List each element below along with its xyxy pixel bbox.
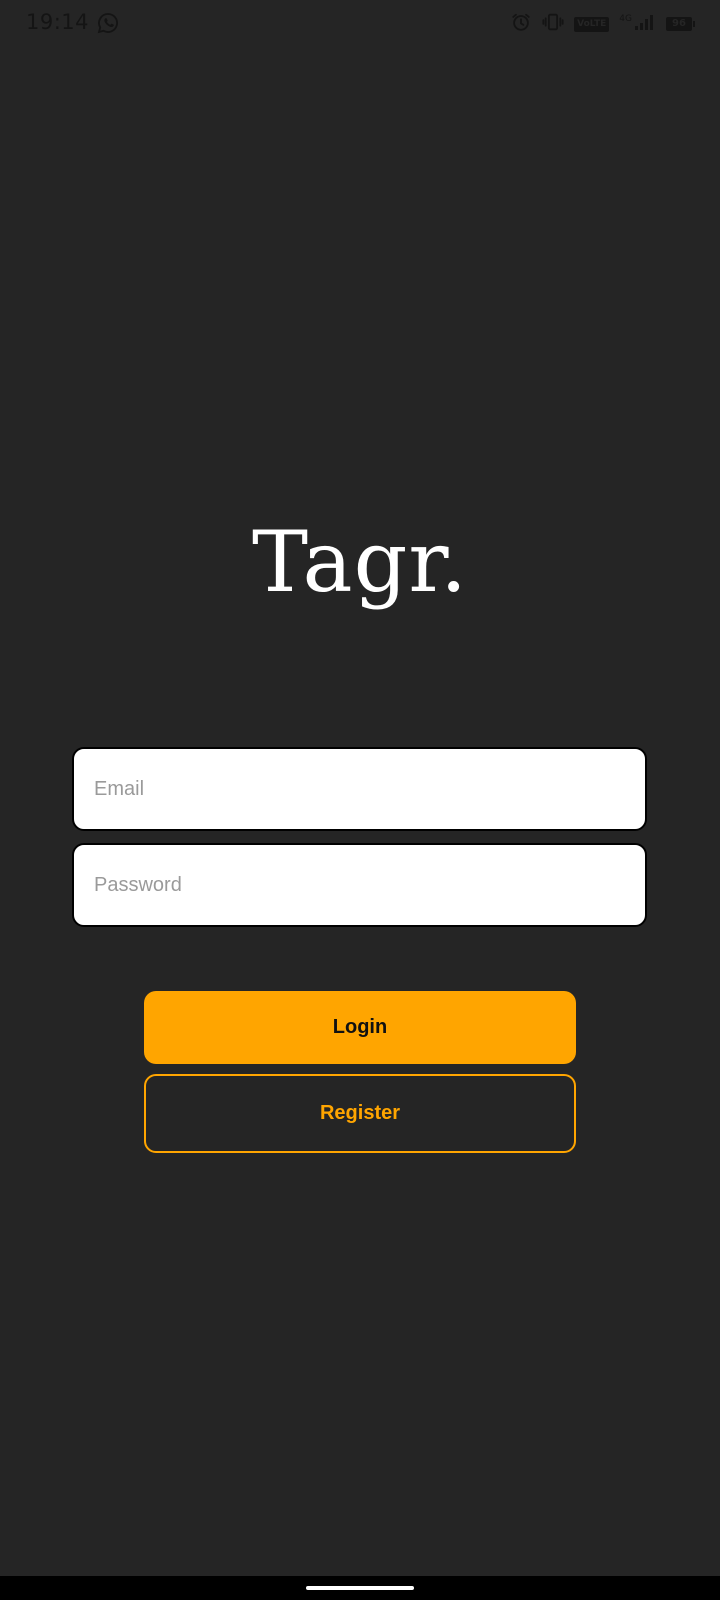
battery-icon: 96: [666, 17, 695, 31]
login-screen: 19:14 VoLTE 4G 96 Tagr. Email Login Regi…: [0, 0, 720, 1600]
signal-icon: [634, 13, 656, 36]
vibrate-icon: [542, 11, 564, 38]
email-field-container: [72, 747, 647, 831]
home-gesture-handle[interactable]: [306, 1586, 414, 1590]
app-logo: Tagr.: [252, 513, 468, 611]
alarm-icon: [510, 11, 532, 38]
register-button[interactable]: Register: [144, 1074, 576, 1153]
navigation-bar: [0, 1576, 720, 1600]
password-field[interactable]: [74, 845, 645, 925]
network-type-label: 4G: [619, 14, 632, 24]
password-field-container: [72, 843, 647, 927]
volte-badge: VoLTE: [574, 16, 610, 32]
email-field[interactable]: [74, 749, 645, 829]
login-button[interactable]: Login: [144, 991, 576, 1064]
status-icons: VoLTE 4G 96: [510, 11, 695, 38]
status-time: 19:14: [26, 10, 90, 34]
whatsapp-icon: [97, 12, 119, 34]
status-bar: 19:14 VoLTE 4G 96: [0, 0, 720, 48]
